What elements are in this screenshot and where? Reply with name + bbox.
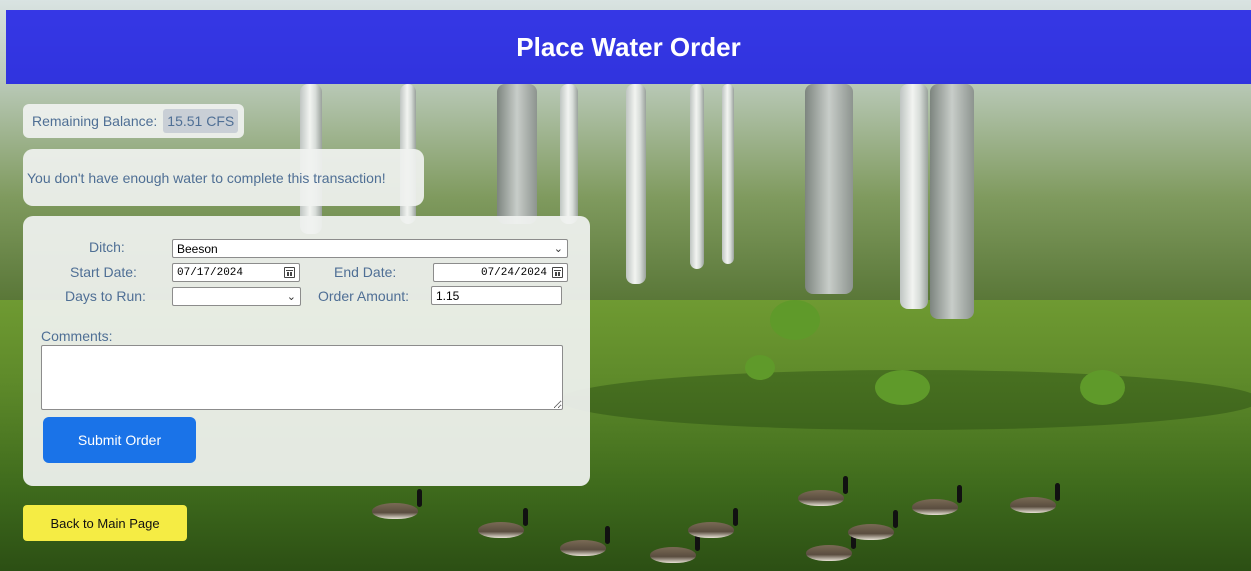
birch-trunk — [560, 84, 578, 224]
goose — [806, 531, 856, 561]
goose — [372, 489, 422, 519]
birch-trunk — [722, 84, 734, 264]
goose — [650, 533, 700, 563]
order-amount-value: 1.15 — [436, 288, 460, 303]
order-amount-input[interactable]: 1.15 — [431, 286, 562, 305]
start-date-label: Start Date: — [70, 264, 137, 280]
submit-order-button[interactable]: Submit Order — [43, 417, 196, 463]
goose — [848, 510, 898, 540]
chevron-down-icon: ⌄ — [286, 291, 296, 303]
shrub — [745, 355, 775, 380]
birch-trunk — [626, 84, 646, 284]
ditch-select-value: Beeson — [177, 241, 218, 256]
days-to-run-label: Days to Run: — [65, 288, 146, 304]
goose — [478, 508, 528, 538]
goose — [560, 526, 610, 556]
error-message: You don't have enough water to complete … — [23, 149, 424, 206]
order-form: Ditch: Beeson ⌄ Start Date: 07/17/2024 E… — [23, 216, 590, 486]
birch-trunk — [805, 84, 853, 294]
calendar-icon[interactable] — [284, 267, 295, 278]
end-date-input[interactable]: 07/24/2024 — [433, 263, 568, 282]
birch-trunk — [930, 84, 974, 319]
shrub — [770, 300, 820, 340]
page-title: Place Water Order — [516, 31, 741, 62]
goose — [912, 485, 962, 515]
ditch-select[interactable]: Beeson ⌄ — [172, 239, 568, 258]
balance-value: 15.51 CFS — [163, 109, 239, 133]
start-date-value: 07/17/2024 — [177, 266, 244, 279]
page-header: Place Water Order — [6, 10, 1251, 84]
back-to-main-page-button[interactable]: Back to Main Page — [23, 505, 187, 541]
shrub — [875, 370, 930, 405]
ditch-label: Ditch: — [89, 239, 125, 255]
order-amount-label: Order Amount: — [318, 288, 410, 304]
shrub — [1080, 370, 1125, 405]
balance-label: Remaining Balance: — [32, 113, 158, 129]
end-date-value: 07/24/2024 — [480, 266, 547, 279]
birch-trunk — [900, 84, 928, 309]
goose — [688, 508, 738, 538]
comments-textarea[interactable] — [41, 345, 563, 410]
end-date-label: End Date: — [334, 264, 397, 280]
start-date-input[interactable]: 07/17/2024 — [172, 263, 300, 282]
days-to-run-select[interactable]: ⌄ — [172, 287, 301, 306]
birch-trunk — [497, 84, 537, 224]
goose — [798, 476, 848, 506]
chevron-down-icon: ⌄ — [553, 243, 563, 255]
calendar-icon[interactable] — [552, 267, 563, 278]
remaining-balance: Remaining Balance: 15.51 CFS — [23, 104, 245, 138]
goose — [1010, 483, 1060, 513]
comments-label: Comments: — [41, 328, 113, 344]
birch-trunk — [690, 84, 704, 269]
error-message-text: You don't have enough water to complete … — [27, 169, 386, 186]
